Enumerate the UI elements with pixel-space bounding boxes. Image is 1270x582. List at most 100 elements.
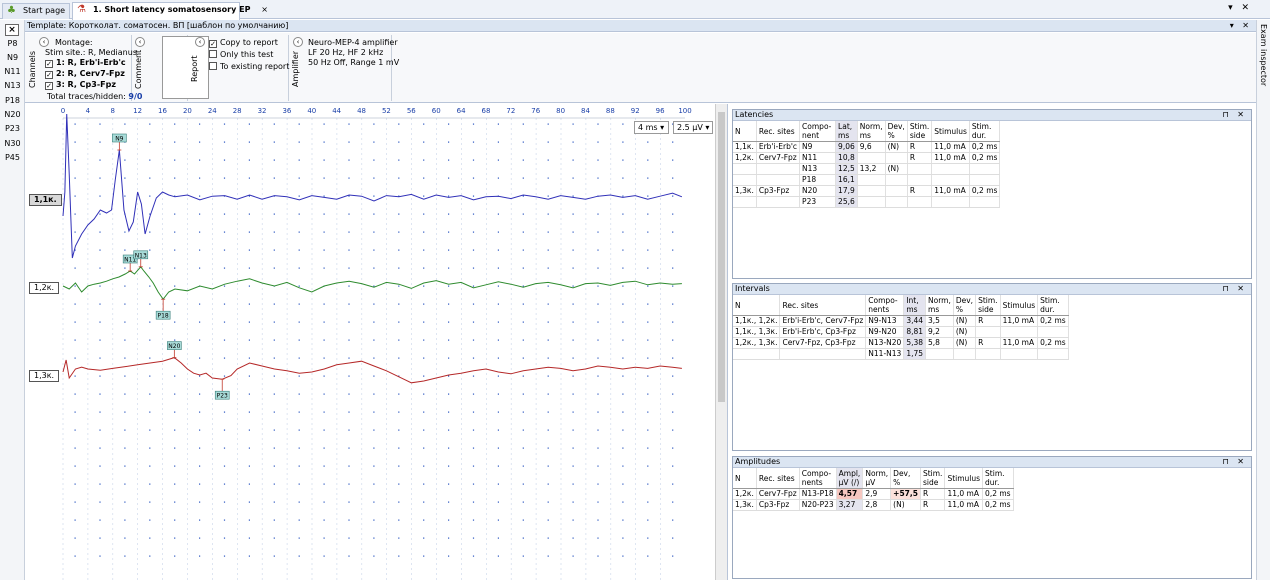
column-header[interactable]: Stim. side — [907, 121, 933, 142]
chart-scrollbar[interactable] — [715, 104, 727, 580]
component-item[interactable]: N30 — [0, 139, 25, 148]
column-header[interactable]: Stim. side — [920, 468, 946, 489]
trace-line-1[interactable] — [62, 113, 683, 259]
table-row[interactable]: P23 25,6 — [733, 196, 1001, 208]
timebase-select[interactable]: 4 ms ▾ — [634, 121, 669, 134]
ep-chart-svg[interactable]: 0 4 8 12 16 20 24 28 32 36 40 44 48 52 56 60 64 68 72 76 80 8… — [25, 104, 715, 580]
scroll-thumb[interactable] — [718, 112, 725, 402]
to-existing-report-checkbox[interactable]: To existing report — [209, 62, 289, 71]
trace-label-2[interactable]: 1,2к. — [29, 282, 60, 294]
table-row[interactable]: 1,2к., 1,3к. Cerv7-Fpz, Cp3-Fpz N13-N20 5,3… — [733, 337, 1069, 349]
column-header[interactable]: Norm, ms — [857, 121, 886, 142]
tab-start-page[interactable]: ♣ Start page — [2, 3, 70, 19]
tab-short-latency-ep[interactable]: ⚗ 1. Short latency somatosensory EP × — [72, 2, 268, 20]
window-controls[interactable]: ▾ ✕ — [1228, 3, 1252, 13]
table-cell: Erb'i-Erb'c, Cerv7-Fpz — [779, 315, 867, 327]
column-header[interactable]: Compo-nents — [865, 295, 905, 316]
component-item[interactable]: N20 — [0, 110, 25, 119]
table-row[interactable]: 1,3к. Cp3-Fpz N20 17,9 R 11,0 mA 0,2 ms — [733, 185, 1001, 197]
column-header[interactable]: N — [733, 295, 781, 316]
column-header[interactable]: Stimulus — [1000, 295, 1039, 316]
column-header[interactable]: Dev, % — [890, 468, 921, 489]
column-header[interactable]: Rec. sites — [779, 295, 867, 316]
close-icon[interactable]: × — [5, 24, 19, 36]
table-row[interactable]: 1,2к. Cerv7-Fpz N11 10,8 R 11,0 mA 0,2 ms — [733, 152, 1001, 164]
column-header[interactable]: Rec. sites — [756, 121, 801, 142]
table-row[interactable]: 1,1к. Erb'i-Erb'c N9 9,06 9,6 (N) R 11,0 mA 0,2 … — [733, 141, 1001, 153]
pin-icon[interactable]: ▾ ✕ — [1230, 20, 1252, 31]
table-cell: 1,75 — [903, 348, 927, 360]
table-cell: N13-N20 — [865, 337, 905, 349]
pin-icon[interactable]: ⊓ ✕ — [1223, 110, 1248, 120]
peak-marker[interactable]: N13 — [133, 250, 149, 268]
column-header[interactable]: N — [733, 468, 757, 489]
column-header[interactable]: Norm, µV — [862, 468, 892, 489]
copy-to-report-checkbox[interactable]: ✓ Copy to report — [209, 38, 278, 48]
collapse-icon[interactable]: ‹ — [39, 37, 49, 47]
column-header[interactable]: Stim. dur. — [969, 121, 1001, 142]
component-item[interactable]: P23 — [0, 124, 25, 133]
exam-inspector-strip[interactable]: Exam inspector — [1256, 20, 1270, 580]
trace-label-3[interactable]: 1,3к. — [29, 370, 60, 382]
table-row[interactable]: 1,3к. Cp3-Fpz N20-P23 3,27 2,8 (N) R 11,0 mA 0,2… — [733, 499, 1014, 511]
component-item[interactable]: N9 — [0, 53, 25, 62]
component-item[interactable]: P45 — [0, 153, 25, 162]
sensitivity-select[interactable]: 2.5 µV ▾ — [673, 121, 713, 134]
trace-line-2[interactable] — [62, 266, 682, 301]
column-header[interactable]: Stimulus — [944, 468, 984, 489]
table-row[interactable]: N11-N13 1,75 — [733, 348, 1069, 360]
column-header[interactable]: Compo-nent — [799, 121, 837, 142]
column-header[interactable]: Dev, % — [885, 121, 908, 142]
column-header[interactable]: Lat, ms — [835, 121, 858, 142]
table-row[interactable]: 1,1к., 1,2к. Erb'i-Erb'c, Cerv7-Fpz N9-N13… — [733, 315, 1069, 327]
collapse-icon[interactable]: ‹ — [293, 37, 303, 47]
table-cell — [733, 163, 757, 175]
close-tab-icon[interactable]: × — [261, 5, 268, 14]
peak-marker[interactable]: P23 — [214, 378, 230, 400]
trace-label-1[interactable]: 1,1к. — [29, 194, 62, 206]
column-header[interactable]: Compo-nents — [799, 468, 837, 489]
column-header[interactable]: N — [733, 121, 757, 142]
pin-icon[interactable]: ⊓ ✕ — [1223, 284, 1248, 294]
table-row[interactable]: N13 12,5 13,2 (N) — [733, 163, 1001, 175]
table-cell: R — [907, 185, 933, 197]
component-item[interactable]: P8 — [0, 39, 25, 48]
channel-checkbox-1[interactable]: ✓ 1: R, Erb'i-Erb'c — [45, 58, 126, 68]
amplitudes-window: Amplitudes ⊓ ✕ N Rec. sites Compo-nents Ampl… — [732, 456, 1252, 579]
pin-icon[interactable]: ⊓ ✕ — [1223, 457, 1248, 467]
column-header[interactable]: Rec. sites — [756, 468, 800, 489]
table-row[interactable]: 1,2к. Cerv7-Fpz N13-P18 4,57 2,9 +57,5 R 11,0 m… — [733, 488, 1014, 500]
column-header[interactable]: Stimulus — [931, 121, 970, 142]
collapse-icon[interactable]: ‹ — [135, 37, 145, 47]
column-header[interactable]: Dev, % — [953, 295, 977, 316]
table-cell — [975, 326, 1001, 338]
peak-marker-label: P18 — [158, 313, 169, 320]
only-this-test-checkbox[interactable]: Only this test — [209, 50, 273, 59]
column-header[interactable]: Stim. dur. — [982, 468, 1014, 489]
component-item[interactable]: N11 — [0, 67, 25, 76]
column-header[interactable]: Ampl, µV (/) — [836, 468, 864, 489]
peak-marker[interactable]: P18 — [155, 298, 171, 320]
column-header[interactable]: Stim. side — [975, 295, 1001, 316]
collapse-icon[interactable]: ‹ — [195, 37, 205, 47]
trace-line-3[interactable] — [62, 357, 682, 384]
channels-group: Channels ‹ Montage: Stim site.: R, Media… — [27, 35, 142, 101]
ep-chart[interactable]: 0 4 8 12 16 20 24 28 32 36 40 44 48 52 56 60 64 68 72 76 80 8… — [25, 104, 728, 580]
table-row[interactable]: 1,1к., 1,3к. Erb'i-Erb'c, Cp3-Fpz N9-N20 8,… — [733, 326, 1069, 338]
component-item[interactable]: P18 — [0, 96, 25, 105]
channel-checkbox-2[interactable]: ✓ 2: R, Cerv7-Fpz — [45, 69, 125, 79]
x-tick-label: 0 — [61, 107, 65, 115]
stim-site-label: Stim site.: R, Medianus — [45, 48, 137, 57]
peak-marker[interactable]: N20 — [167, 341, 182, 359]
column-header[interactable]: Int, ms — [903, 295, 927, 316]
x-tick-label: 40 — [307, 107, 316, 115]
leaf-icon: ♣ — [7, 5, 16, 16]
channel-checkbox-3[interactable]: ✓ 3: R, Cp3-Fpz — [45, 80, 116, 90]
table-cell: 3,27 — [836, 499, 864, 511]
table-row[interactable]: P18 16,1 — [733, 174, 1001, 186]
column-header[interactable]: Stim. dur. — [1037, 295, 1069, 316]
column-header[interactable]: Norm, ms — [925, 295, 954, 316]
table-cell: 10,8 — [835, 152, 858, 164]
peak-marker[interactable]: N9 — [112, 133, 127, 151]
component-item[interactable]: N13 — [0, 81, 25, 90]
